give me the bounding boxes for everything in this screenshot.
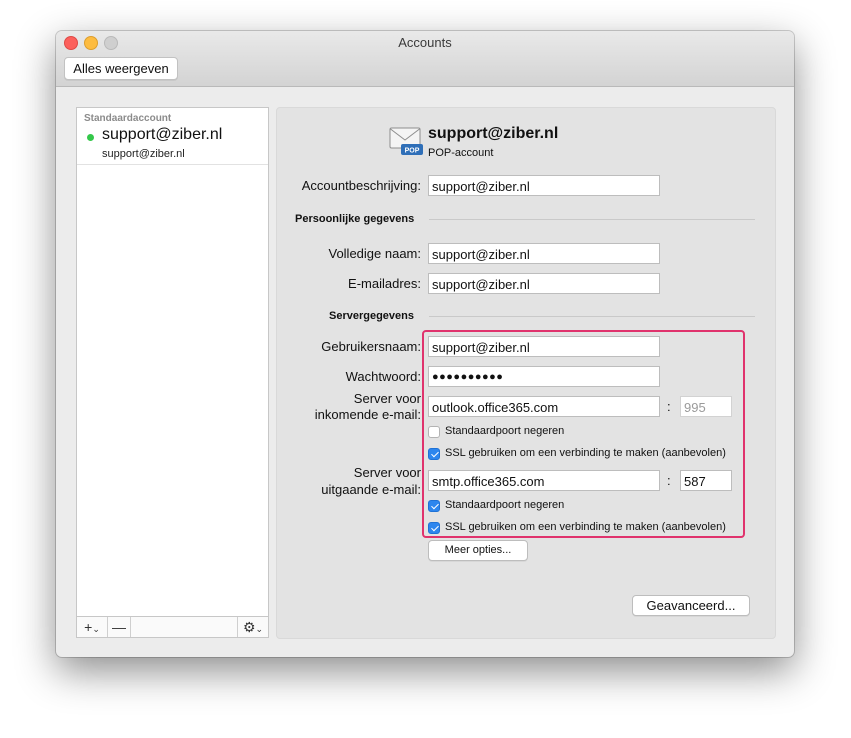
fullname-field[interactable]: support@ziber.nl [428, 243, 660, 264]
account-list-item[interactable]: support@ziber.nl support@ziber.nl [77, 124, 268, 165]
port-separator: : [667, 473, 671, 488]
incoming-override-port-label: Standaardpoort negeren [445, 425, 565, 437]
incoming-ssl-checkbox[interactable] [428, 448, 440, 460]
account-details-panel: POP support@ziber.nl POP-account Account… [276, 107, 776, 639]
username-field[interactable]: support@ziber.nl [428, 336, 660, 357]
account-type: POP-account [428, 147, 494, 159]
online-status-icon [87, 134, 94, 141]
add-account-button[interactable]: +⌄ [77, 617, 108, 637]
email-field[interactable]: support@ziber.nl [428, 273, 660, 294]
remove-account-button[interactable]: — [108, 617, 131, 637]
account-title: support@ziber.nl [428, 125, 559, 142]
chevron-down-icon: ⌄ [255, 624, 264, 634]
description-label: Accountbeschrijving: [301, 178, 421, 193]
email-label: E-mailadres: [348, 276, 421, 291]
incoming-override-port-checkbox[interactable] [428, 426, 440, 438]
description-field[interactable]: support@ziber.nl [428, 175, 660, 196]
outgoing-server-field[interactable]: smtp.office365.com [428, 470, 660, 491]
incoming-ssl-label: SSL gebruiken om een verbinding te maken… [445, 447, 726, 459]
section-divider [429, 316, 755, 317]
incoming-server-label-line1: Server voor [353, 391, 421, 406]
personal-section-heading: Persoonlijke gegevens [295, 213, 415, 225]
more-options-button[interactable]: Meer opties... [428, 540, 528, 561]
incoming-server-label-line2: inkomende e-mail: [314, 407, 421, 422]
account-list-toolbar: +⌄ — ⚙⌄ [77, 616, 268, 637]
incoming-server-field[interactable]: outlook.office365.com [428, 396, 660, 417]
password-field[interactable]: ●●●●●●●●●● [428, 366, 660, 387]
window-title: Accounts [398, 35, 452, 50]
default-account-header: Standaardaccount [84, 113, 172, 124]
outgoing-ssl-checkbox[interactable] [428, 522, 440, 534]
show-all-button[interactable]: Alles weergeven [64, 57, 178, 80]
advanced-button[interactable]: Geavanceerd... [632, 595, 750, 616]
password-label: Wachtwoord: [345, 369, 421, 384]
account-list-item-email: support@ziber.nl [102, 148, 185, 160]
port-separator: : [667, 399, 671, 414]
server-section-heading: Servergegevens [329, 310, 414, 322]
account-list: Standaardaccount support@ziber.nl suppor… [76, 107, 269, 638]
title-bar: Accounts Alles weergeven [56, 31, 794, 87]
username-label: Gebruikersnaam: [321, 339, 421, 354]
pop-mail-icon: POP [389, 127, 423, 155]
gear-icon: ⚙ [242, 619, 256, 635]
pop-badge-text: POP [405, 148, 420, 155]
outgoing-server-label-line2: uitgaande e-mail: [321, 482, 421, 497]
outgoing-override-port-checkbox[interactable] [428, 500, 440, 512]
fullname-label: Volledige naam: [328, 246, 421, 261]
outgoing-ssl-label: SSL gebruiken om een verbinding te maken… [445, 521, 726, 533]
outgoing-port-field[interactable]: 587 [680, 470, 732, 491]
outgoing-override-port-label: Standaardpoort negeren [445, 499, 565, 511]
account-list-item-name: support@ziber.nl [102, 126, 223, 143]
outgoing-server-label-line1: Server voor [353, 465, 421, 480]
section-divider [429, 219, 755, 220]
accounts-window: Accounts Alles weergeven Standaardaccoun… [56, 31, 794, 657]
chevron-down-icon: ⌄ [92, 624, 100, 634]
incoming-port-field[interactable]: 995 [680, 396, 732, 417]
account-actions-button[interactable]: ⚙⌄ [237, 617, 268, 637]
